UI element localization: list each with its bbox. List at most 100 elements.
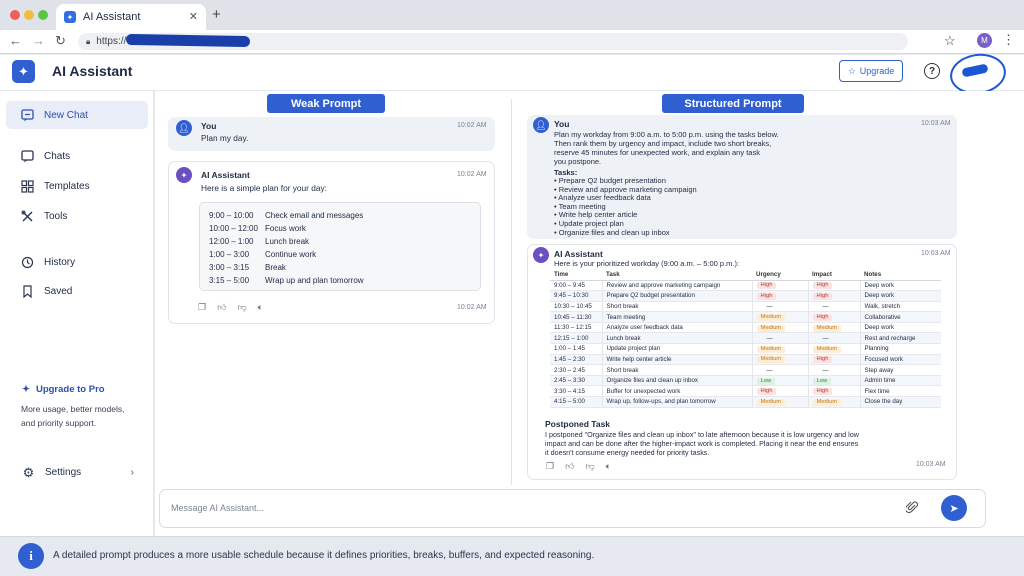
urgency-badge: Medium xyxy=(756,356,786,364)
send-button[interactable]: ➤ xyxy=(941,495,967,521)
close-window-dot[interactable] xyxy=(10,10,20,20)
minimize-window-dot[interactable] xyxy=(24,10,34,20)
new-tab-icon[interactable]: + xyxy=(212,6,221,23)
close-tab-icon[interactable]: ✕ xyxy=(189,10,198,23)
plan-row: 3:00 – 3:15 Break xyxy=(209,261,480,274)
text-line: reserve 45 minutes for unexpected work, … xyxy=(554,148,760,157)
thumbs-up-icon[interactable]: 👍︎ xyxy=(217,302,226,313)
text-line: Then rank them by urgency and impact, in… xyxy=(554,139,772,148)
table-cell: Rest and recharge xyxy=(859,332,941,345)
promo-description: More usage, better models, and priority … xyxy=(21,402,141,430)
copy-icon[interactable]: ❐ xyxy=(198,302,206,313)
table-row: 2:45 – 3:30 Organize files and clean up i… xyxy=(550,375,941,387)
maximize-window-dot[interactable] xyxy=(38,10,48,20)
send-arrow-icon: ➤ xyxy=(949,502,959,515)
sidebar-item-tools[interactable]: Tools xyxy=(6,202,148,230)
urgency-badge: High xyxy=(756,292,777,300)
text-line: it doesn't consume energy needed for pri… xyxy=(545,448,710,457)
table-cell: Team meeting xyxy=(601,311,752,323)
table-cell: Admin time xyxy=(859,375,941,387)
thumbs-down-icon[interactable]: 👎︎ xyxy=(585,461,594,472)
message-timestamp: 10:02 AM xyxy=(457,304,487,311)
browser-tab[interactable]: ✦ AI Assistant ✕ xyxy=(56,4,206,30)
back-arrow-icon[interactable]: ← xyxy=(9,33,22,48)
table-cell: Short break xyxy=(601,364,752,376)
paperclip-icon[interactable] xyxy=(904,500,919,517)
impact-badge: Medium xyxy=(812,324,842,332)
table-cell: 9:00 – 9:45 xyxy=(550,280,602,292)
sidebar-item-new-chat[interactable]: New Chat xyxy=(6,101,148,129)
thumbs-down-icon[interactable]: 👎︎ xyxy=(237,302,246,313)
table-cell: Review and approve marketing campaign xyxy=(601,280,752,292)
sparkle-logo-icon: ✦ xyxy=(12,60,35,83)
info-icon: i xyxy=(18,543,44,569)
bookmark-star-icon[interactable]: ☆ xyxy=(944,33,956,49)
sidebar-item-history[interactable]: History xyxy=(6,248,148,276)
thumbs-up-icon[interactable]: 👍︎ xyxy=(565,461,574,472)
table-cell: Flex time xyxy=(859,385,941,398)
table-header-row: Time Task Urgency Impact Notes xyxy=(550,270,941,281)
sidebar-item-label: History xyxy=(44,256,76,268)
table-row: 1:00 – 1:45 Update project plan Medium Medi… xyxy=(550,343,941,355)
table-header-cell: Notes xyxy=(860,270,941,281)
plan-row: 3:15 – 5:00 Wrap up and plan tomorrow xyxy=(209,274,480,287)
table-cell: Close the day xyxy=(859,396,941,408)
simple-plan-box: 9:00 – 10:00 Check email and messages 10:0… xyxy=(199,202,481,291)
sidebar-item-saved[interactable]: Saved xyxy=(6,277,148,305)
plan-task: Lunch break xyxy=(265,237,310,246)
sidebar-item-label: Chats xyxy=(44,150,71,162)
plan-time: 1:00 – 3:00 xyxy=(209,250,250,259)
plan-row: 1:00 – 3:00 Continue work xyxy=(209,248,480,261)
table-header-cell: Time xyxy=(550,270,602,281)
plan-task: Wrap up and plan tomorrow xyxy=(265,276,364,285)
message-timestamp: 10:02 AM xyxy=(457,171,487,178)
chevron-right-icon: › xyxy=(130,467,134,478)
table-cell: Medium xyxy=(751,396,808,408)
table-cell: Prepare Q2 budget presentation xyxy=(601,290,752,302)
plan-time: 12:00 – 1:00 xyxy=(209,237,254,246)
upgrade-button[interactable]: ☆ Upgrade xyxy=(839,60,903,82)
impact-badge: Medium xyxy=(812,345,842,353)
speaker-icon[interactable]: 🔈︎ xyxy=(606,461,611,472)
sidebar-item-chats[interactable]: Chats xyxy=(6,142,148,170)
settings-button[interactable]: ⚙ Settings › xyxy=(22,465,134,480)
text-line: impact and can be done after the higher-… xyxy=(545,439,859,448)
table-cell: 10:45 – 11:30 xyxy=(550,311,602,323)
browser-menu-icon[interactable]: ⋮ xyxy=(1002,32,1015,48)
weak-prompt-title: Weak Prompt xyxy=(267,94,385,113)
upgrade-to-pro-link[interactable]: ✦ Upgrade to Pro xyxy=(22,384,105,395)
table-cell: Low xyxy=(807,375,860,387)
impact-badge: High xyxy=(812,314,833,322)
sidebar-item-templates[interactable]: Templates xyxy=(6,172,148,200)
table-row: 10:45 – 11:30 Team meeting Medium High Colla… xyxy=(550,311,941,323)
message-input[interactable] xyxy=(159,489,986,528)
help-icon[interactable]: ? xyxy=(924,63,940,79)
ai-intro-text: Here is a simple plan for your day: xyxy=(201,183,327,193)
user-avatar-icon: 👤︎ xyxy=(176,120,192,136)
forward-arrow-icon[interactable]: → xyxy=(32,33,45,48)
app-title: AI Assistant xyxy=(52,63,133,79)
copy-icon[interactable]: ❐ xyxy=(546,461,554,472)
reload-icon[interactable]: ↻ xyxy=(55,33,66,49)
impact-badge: High xyxy=(812,356,833,364)
table-cell: Analyze user feedback data xyxy=(601,322,752,334)
impact-badge: High xyxy=(812,282,833,290)
profile-avatar[interactable]: M xyxy=(977,33,992,48)
plan-time: 3:15 – 5:00 xyxy=(209,276,250,285)
plan-task: Check email and messages xyxy=(265,211,364,220)
table-row: 9:00 – 9:45 Review and approve marketing … xyxy=(550,280,941,292)
urgency-badge: High xyxy=(756,282,777,290)
table-cell: 10:30 – 10:45 xyxy=(550,301,602,313)
table-row: 1:45 – 2:30 Write help center article Medi… xyxy=(550,354,941,366)
message-placeholder: Message AI Assistant... xyxy=(171,503,265,513)
table-cell: — xyxy=(807,364,860,376)
text-line: • Organize files and clean up inbox xyxy=(554,227,670,237)
table-cell: — xyxy=(807,301,860,313)
speaker-icon[interactable]: 🔈︎ xyxy=(258,302,263,313)
impact-badge: Low xyxy=(812,377,832,385)
plan-time: 9:00 – 10:00 xyxy=(209,211,254,220)
tab-title: AI Assistant xyxy=(83,11,141,23)
message-timestamp: 10:03 AM xyxy=(921,250,951,257)
urgency-badge: High xyxy=(756,388,777,396)
urgency-badge: Medium xyxy=(756,398,786,406)
